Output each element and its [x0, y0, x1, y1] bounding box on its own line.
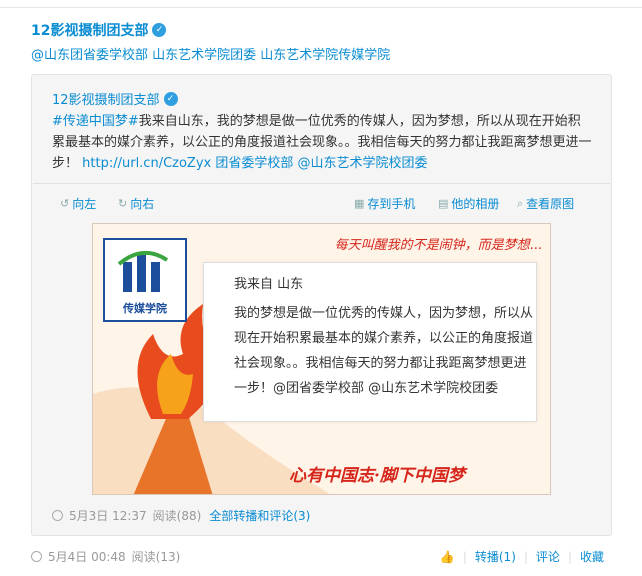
quoted-mentions[interactable]: 团省委学校部 @山东艺术学院校团委 [215, 156, 427, 171]
album-button[interactable]: ▤ 他的相册 [438, 195, 499, 212]
verified-badge-icon: ✓ [163, 91, 178, 106]
post-author[interactable]: 12影视摄制团支部 ✓ [31, 20, 167, 40]
view-original-button[interactable]: ⌕ 查看原图 [517, 195, 574, 212]
image-body: 我的梦想是做一位优秀的传媒人，因为梦想，所以从现在开始积累最基本的媒介素养，以公… [234, 306, 534, 396]
school-logo-name: 传媒学院 [123, 302, 167, 315]
quoted-text: #传递中国梦#我来自山东，我的梦想是做一位优秀的传媒人，因为梦想，所以从现在开始… [52, 111, 592, 174]
school-logo: 传媒学院 [103, 238, 187, 322]
rotate-right-icon: ↻ [118, 197, 128, 210]
magnifier-icon: ⌕ [517, 196, 524, 210]
post-image[interactable]: 传媒学院 每天叫醒我的不是闹钟，而是梦想... 我来自 山东 我的梦想是做一位优… [92, 223, 551, 495]
school-logo-mark-icon [117, 251, 169, 292]
divider [33, 183, 610, 184]
image-hello: 我来自 山东 [234, 277, 304, 292]
image-slogan: 每天叫醒我的不是闹钟，而是梦想... [334, 238, 542, 253]
quoted-reads: 阅读(88) [152, 509, 202, 523]
save-to-phone-button[interactable]: ▦ 存到手机 [354, 195, 415, 212]
favorite-button[interactable]: 收藏 [572, 548, 612, 565]
image-text-card: 我来自 山东 我的梦想是做一位优秀的传媒人，因为梦想，所以从现在开始积累最基本的… [203, 262, 537, 422]
post-reads: 阅读(13) [131, 550, 181, 564]
quoted-author-name[interactable]: 12影视摄制团支部 [52, 89, 160, 108]
save-to-phone-label: 存到手机 [367, 197, 416, 211]
verified-badge-icon: ✓ [152, 23, 167, 37]
thumbs-up-icon[interactable]: 👍 [432, 550, 463, 564]
image-bottom-slogan: 心有中国志·脚下中国梦 [289, 466, 465, 486]
topic-link[interactable]: #传递中国梦# [52, 114, 139, 129]
qr-code-icon: ▦ [354, 197, 365, 210]
rotate-left-icon: ↺ [60, 197, 70, 210]
repost-button[interactable]: 转播(1) [467, 548, 524, 565]
comment-button[interactable]: 评论 [528, 548, 568, 565]
album-label: 他的相册 [451, 197, 500, 211]
clock-icon [31, 551, 42, 562]
view-original-label: 查看原图 [526, 197, 575, 211]
quoted-author[interactable]: 12影视摄制团支部 ✓ [52, 89, 178, 108]
author-name[interactable]: 12影视摄制团支部 [31, 20, 148, 40]
quoted-meta: 5月3日 12:37 阅读(88) 全部转播和评论(3) [52, 507, 310, 524]
post-mentions[interactable]: @山东团省委学校部 山东艺术学院团委 山东艺术学院传媒学院 [31, 44, 390, 63]
rotate-left-button[interactable]: ↺ 向左 [60, 195, 96, 212]
quoted-post: 12影视摄制团支部 ✓ #传递中国梦#我来自山东，我的梦想是做一位优秀的传媒人，… [31, 74, 612, 536]
quoted-time[interactable]: 5月3日 12:37 [69, 507, 147, 524]
footer-actions: 👍 | 转播(1) | 评论 | 收藏 [432, 548, 612, 565]
post-time[interactable]: 5月4日 00:48 [48, 548, 126, 565]
image-toolbar: ↺ 向左 ↻ 向右 ▦ 存到手机 ▤ 他的相册 ⌕ 查看原图 [32, 193, 611, 213]
top-border [0, 0, 642, 8]
clock-icon [52, 510, 63, 521]
all-reposts-link[interactable]: 全部转播和评论(3) [209, 507, 310, 524]
album-icon: ▤ [438, 197, 449, 210]
short-url-link[interactable]: http://url.cn/CzoZyx [82, 156, 211, 171]
rotate-right-button[interactable]: ↻ 向右 [118, 195, 154, 212]
rotate-right-label: 向右 [130, 197, 155, 211]
rotate-left-label: 向左 [72, 197, 97, 211]
footer-meta: 5月4日 00:48 阅读(13) [31, 548, 180, 565]
